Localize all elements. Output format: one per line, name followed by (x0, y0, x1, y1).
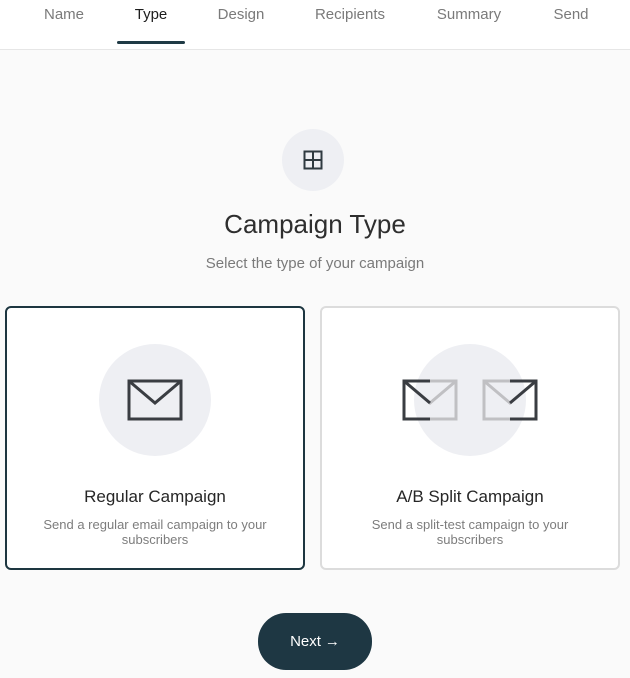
tab-type-label: Type (134, 6, 168, 23)
ab-split-campaign-card[interactable]: A/B Split Campaign Send a split-test cam… (320, 306, 620, 570)
campaign-type-icon-badge (282, 129, 344, 191)
tab-name[interactable]: Name (36, 0, 92, 44)
card-description: Send a regular email campaign to your su… (43, 517, 267, 547)
tab-send-label: Send (553, 6, 589, 23)
tab-design-label: Design (217, 6, 265, 23)
tab-name-label: Name (43, 6, 84, 23)
envelope-icon (127, 379, 183, 421)
page-subtitle: Select the type of your campaign (205, 255, 425, 272)
tab-design[interactable]: Design (210, 0, 272, 44)
next-button-label: Next (290, 633, 321, 650)
page-title: Campaign Type (224, 209, 406, 239)
regular-campaign-card[interactable]: Regular Campaign Send a regular email ca… (5, 306, 305, 570)
tab-summary[interactable]: Summary (427, 0, 511, 44)
card-title: A/B Split Campaign (396, 487, 544, 506)
tab-type[interactable]: Type (117, 0, 185, 44)
tab-summary-label: Summary (436, 6, 502, 23)
step-tabs: Name Type Design Recipients Summary Send (0, 0, 630, 50)
split-envelopes-icon (402, 379, 538, 421)
card-description: Send a split-test campaign to your subsc… (371, 517, 569, 547)
card-title: Regular Campaign (84, 487, 226, 506)
next-button[interactable]: Next → (258, 613, 372, 670)
active-tab-indicator (117, 41, 185, 44)
tab-send[interactable]: Send (547, 0, 595, 44)
tab-recipients[interactable]: Recipients (305, 0, 395, 44)
tab-recipients-label: Recipients (314, 6, 386, 23)
grid-icon (303, 150, 323, 170)
arrow-right-icon: → (324, 633, 340, 650)
